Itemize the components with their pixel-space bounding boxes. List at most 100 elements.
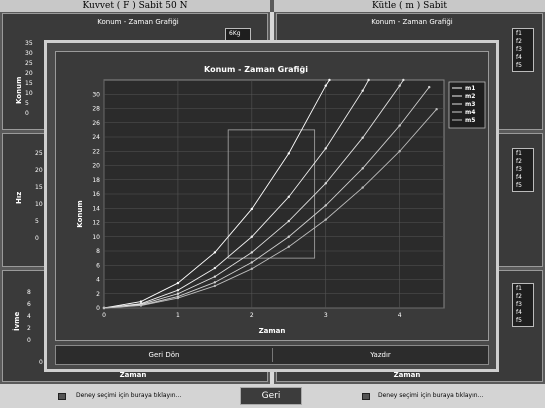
data-point-m1 [213,251,217,254]
modal-button-bar: Geri Dön Yazdır [55,345,489,365]
bg-y-label: Konum [15,76,23,104]
bg-legend: f1 f2 f3 f4 f5 [512,283,534,327]
print-button[interactable]: Yazdır [273,346,488,364]
y-tick-label: 14 [92,205,100,212]
data-point-m2 [324,147,327,150]
back-button[interactable]: Geri Dön [56,346,272,364]
data-point-m3 [250,251,254,254]
data-point-m4 [361,167,364,170]
legend-item: f3 [516,166,522,173]
data-point-m2 [287,195,290,199]
data-point-m5 [398,150,401,153]
modal-chart-area: Konum - Zaman Grafiği Konum Zaman 024681… [55,51,489,341]
legend-item: f4 [516,309,522,316]
data-point-m3 [287,219,290,223]
bg-legend: f1 f2 f3 f4 f5 [512,148,534,192]
legend-item: f5 [516,62,522,69]
y-tick-label: 16 [92,191,100,198]
data-point-m5 [361,186,364,189]
data-point-m3 [398,84,401,87]
tick: 4 [27,313,31,320]
data-point-m1 [250,207,254,211]
header-left: Kuvvet ( F ) Sabit 50 N [0,0,270,12]
right-select-note[interactable]: Deney seçimi için buraya tıklayın... [378,392,483,399]
data-point-m5 [324,218,327,221]
data-point-m4 [287,235,290,238]
data-point-m5 [139,304,143,307]
tick: 2 [27,325,31,332]
tick: 35 [25,40,33,47]
y-tick-label: 18 [92,177,100,184]
geri-button[interactable]: Geri [240,387,302,405]
legend-item: 6Kg [229,30,241,37]
bg-x-label: Zaman [393,371,421,379]
legend-item: f2 [516,293,522,300]
bg-panel-title: Konum - Zaman Grafiği [371,18,453,26]
data-point-m3 [213,275,217,278]
x-tick-label: 1 [176,312,180,319]
tick: 0 [25,110,29,117]
left-select-note[interactable]: Deney seçimi için buraya tıklayın... [76,392,181,399]
legend-item: f1 [516,30,522,37]
y-tick-label: 0 [96,305,100,312]
data-point-m1 [287,152,290,155]
data-point-m1 [328,78,331,82]
legend-label-m4: m4 [465,109,475,116]
tick: 25 [25,60,33,67]
data-point-m1 [324,84,327,87]
data-point-m5 [435,108,438,111]
y-tick-label: 24 [92,134,100,141]
data-point-m3 [176,292,180,295]
y-axis-label: Konum [76,200,84,227]
y-tick-label: 12 [92,220,100,227]
data-point-m5 [287,245,290,248]
bg-y-label: Hız [15,191,23,204]
legend-item: f5 [516,182,522,189]
bg-x-tick: 0 [39,359,43,366]
data-point-m2 [213,266,217,270]
footer-bar: Deney seçimi için buraya tıklayın... Ger… [0,384,545,408]
data-point-m1 [176,281,180,285]
y-tick-label: 20 [92,163,100,170]
data-point-m2 [250,235,254,238]
header-right: Kütle ( m ) Sabit [274,0,545,12]
legend-item: f3 [516,301,522,308]
legend-label-m3: m3 [465,101,475,108]
bg-legend: f1 f2 f3 f4 f5 [512,28,534,72]
legend-item: f3 [516,46,522,53]
y-tick-label: 28 [92,106,100,113]
bg-x-label: Zaman [119,371,147,379]
legend-item: f1 [516,150,522,157]
data-point-m4 [213,281,217,284]
tick: 6 [27,301,31,308]
y-tick-label: 8 [96,248,100,255]
chart-modal: Konum - Zaman Grafiği Konum Zaman 024681… [44,40,499,372]
tick: 15 [25,80,33,87]
y-tick-label: 30 [92,91,100,98]
right-select-checkbox[interactable] [362,393,370,400]
data-point-m4 [428,85,431,89]
data-point-m4 [250,261,254,264]
y-tick-label: 22 [92,148,100,155]
data-point-m2 [361,89,364,92]
y-tick-label: 26 [92,120,100,127]
x-axis-label: Zaman [259,327,286,335]
legend-label-m2: m2 [465,93,475,100]
data-point-m2 [176,288,180,292]
x-tick-label: 4 [398,312,402,319]
data-point-m3 [361,136,364,139]
bg-panel-title: Konum - Zaman Grafiği [97,18,179,26]
data-point-m3 [402,78,405,82]
legend-item: f2 [516,38,522,45]
bg-y-ticks: 8 6 4 2 0 [27,289,37,349]
legend-label-m1: m1 [465,85,475,92]
data-point-m3 [324,182,327,185]
x-tick-label: 3 [324,312,328,319]
legend-item: f5 [516,317,522,324]
tick: 20 [25,70,33,77]
data-point-m5 [213,284,217,288]
tick: 10 [25,90,33,97]
data-point-m5 [102,306,106,310]
data-point-m5 [176,296,180,300]
left-select-checkbox[interactable] [58,393,66,400]
